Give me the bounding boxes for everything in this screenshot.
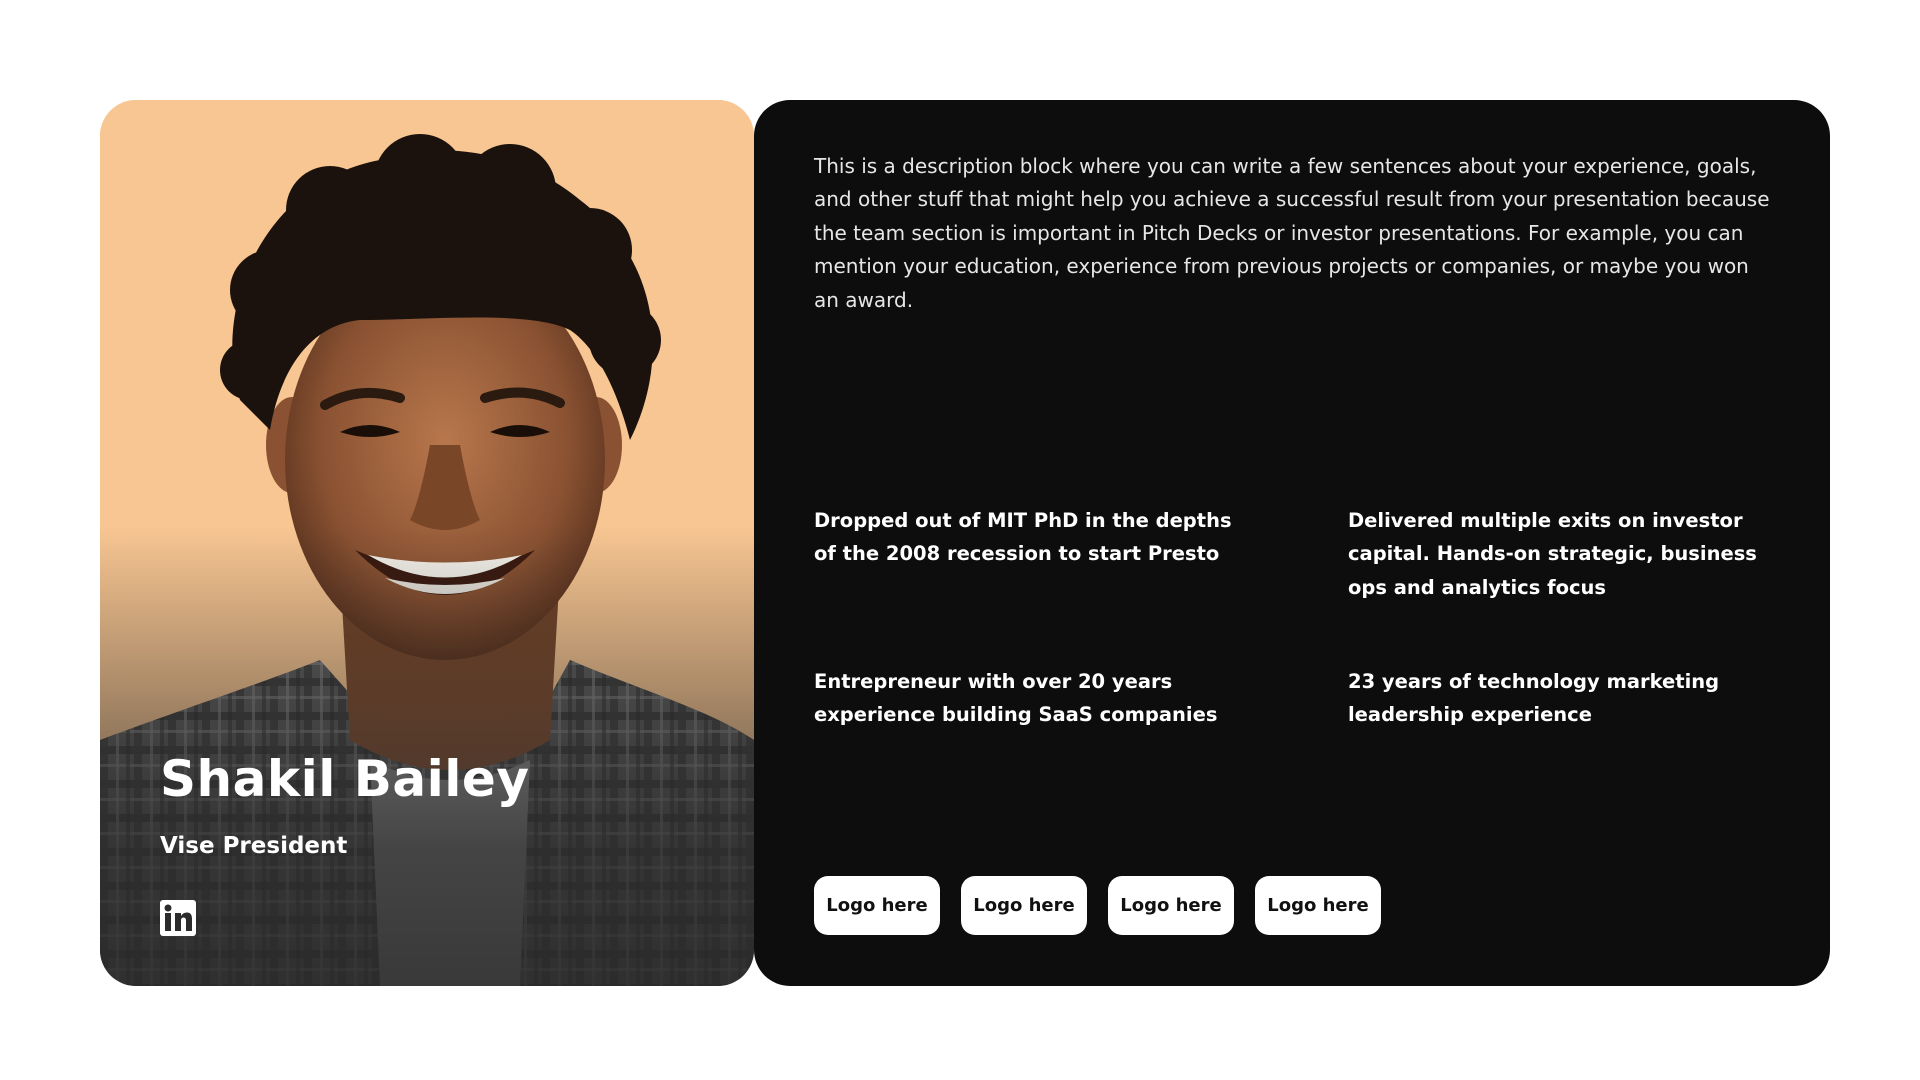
logo-button-2[interactable]: Logo here	[961, 876, 1087, 935]
logo-button-3[interactable]: Logo here	[1108, 876, 1234, 935]
profile-name: Shakil Bailey	[160, 750, 530, 808]
description-text: This is a description block where you ca…	[814, 154, 1770, 312]
profile-card: Shakil Bailey Vise President	[100, 100, 754, 986]
linkedin-icon[interactable]	[160, 900, 196, 936]
info-card: This is a description block where you ca…	[754, 100, 1830, 986]
logo-button-4[interactable]: Logo here	[1255, 876, 1381, 935]
profile-role: Vise President	[160, 833, 348, 859]
logo-button-1[interactable]: Logo here	[814, 876, 940, 935]
fact-item: Entrepreneur with over 20 years experien…	[814, 670, 1218, 727]
fact-item: Dropped out of MIT PhD in the depths of …	[814, 509, 1232, 566]
logo-row: Logo here Logo here Logo here Logo here	[814, 876, 1381, 935]
team-slide: Shakil Bailey Vise President This is a d…	[0, 0, 1920, 1080]
fact-item: Delivered multiple exits on investor cap…	[1348, 509, 1757, 599]
fact-item: 23 years of technology marketing leaders…	[1348, 670, 1720, 727]
